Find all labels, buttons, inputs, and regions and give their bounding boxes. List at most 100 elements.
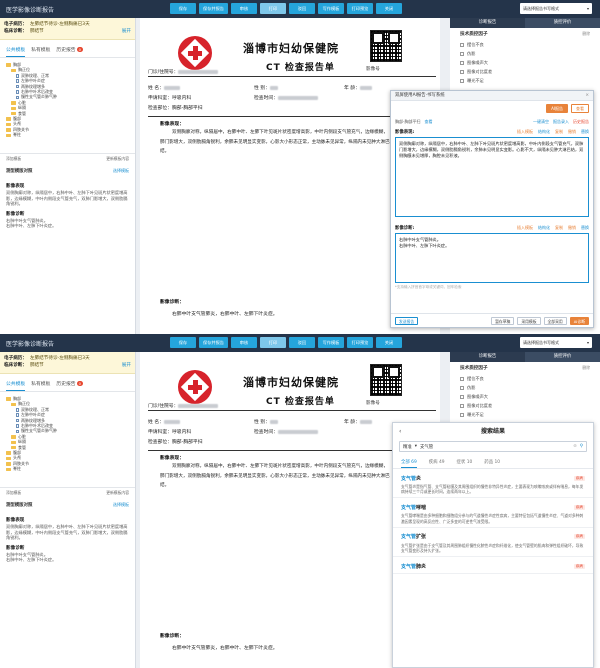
qc-item[interactable]: 摆位不良 bbox=[460, 374, 590, 383]
close-button[interactable]: 关闭 bbox=[375, 337, 402, 348]
result-item[interactable]: 支气管炎 疾病 支气管炎是指气管、支气管粘膜及其周围组织的慢性非特异性炎症，主要表… bbox=[393, 469, 593, 499]
ai-diagnosis-button[interactable]: AI诊断 bbox=[569, 316, 589, 325]
print-button[interactable]: 打印 bbox=[259, 3, 286, 14]
emr-label: 电子病历： bbox=[4, 356, 27, 361]
tab-history-reports[interactable]: 历史报告 0 bbox=[56, 46, 84, 57]
save-and-report-button[interactable]: 保存并报告 bbox=[199, 337, 228, 348]
tab-public-templates[interactable]: 公共模板 bbox=[6, 380, 26, 391]
print-preview-button[interactable]: 打印预览 bbox=[346, 337, 373, 348]
structure-button[interactable]: 结构化 bbox=[538, 225, 550, 231]
qc-item[interactable]: 图像对比度差 bbox=[460, 401, 590, 410]
use-template-button[interactable]: 采用模板 bbox=[517, 316, 541, 325]
tree-node-label: 脊柱 bbox=[13, 132, 21, 138]
search-box[interactable]: 精准 ▾ 支气管 ⊗ ⚲ bbox=[399, 441, 587, 452]
tab-quality-eval[interactable]: 质控评价 bbox=[525, 352, 600, 362]
save-draft-button[interactable]: 暂存草稿 bbox=[491, 316, 515, 325]
print-button[interactable]: 打印 bbox=[259, 337, 286, 348]
view-link[interactable]: 查看 bbox=[424, 119, 432, 125]
result-item[interactable]: 支气管肺炎 疾病 bbox=[393, 557, 593, 575]
tab-history-reports[interactable]: 历史报告 0 bbox=[56, 380, 84, 391]
folder-icon bbox=[6, 451, 11, 455]
close-icon[interactable]: × bbox=[585, 91, 589, 101]
tab-private-templates[interactable]: 私有模板 bbox=[31, 46, 50, 57]
save-button[interactable]: 保存 bbox=[170, 3, 196, 14]
tab-symptom[interactable]: 症状 10 bbox=[457, 459, 473, 468]
expand-link[interactable]: 展开 bbox=[122, 362, 131, 369]
expand-link[interactable]: 展开 bbox=[122, 28, 131, 35]
search-mode-select[interactable]: 精准 bbox=[403, 444, 412, 450]
review-button[interactable]: 审核 bbox=[230, 337, 257, 348]
template-button[interactable]: 写作模板 bbox=[317, 337, 344, 348]
reject-button[interactable]: 驳回 bbox=[288, 3, 315, 14]
reject-button[interactable]: 驳回 bbox=[288, 337, 315, 348]
tree-node-label: 纵隔 bbox=[18, 105, 26, 111]
qc-item[interactable]: 摆位不良 bbox=[460, 40, 590, 49]
search-input[interactable]: 支气管 bbox=[420, 444, 433, 450]
send-report-button[interactable]: 发送报告 bbox=[395, 316, 419, 325]
template-tabs: 公共模板 私有模板 历史报告 0 bbox=[0, 374, 135, 392]
qc-item[interactable]: 图像对比度差 bbox=[460, 67, 590, 76]
tree-node-label: 心脏 bbox=[18, 433, 26, 439]
replace-button[interactable]: 替换 bbox=[581, 129, 589, 135]
view-button[interactable]: 查看 bbox=[571, 104, 589, 113]
insert-template-button[interactable]: 插入模板 bbox=[517, 225, 533, 231]
diagnosis-body[interactable]: 右肺中叶支气管肺炎，右肺中叶、左肺下叶炎症。 bbox=[172, 310, 278, 317]
structure-button[interactable]: 结构化 bbox=[538, 129, 550, 135]
tab-drug[interactable]: 药品 10 bbox=[484, 459, 500, 468]
findings-textarea[interactable]: 双侧胸廓对称，纵隔居中，右肺中叶、左肺下叶见斑片状密度增高影，中叶内侧段支气管充… bbox=[395, 137, 589, 217]
tree-node[interactable]: 脊柱 bbox=[6, 466, 129, 471]
result-title: 支气管炎 bbox=[401, 475, 421, 482]
report-entry-button[interactable]: 报告录入 bbox=[553, 119, 569, 125]
print-preview-button[interactable]: 打印预览 bbox=[346, 3, 373, 14]
close-button[interactable]: 关闭 bbox=[375, 3, 402, 14]
qc-item[interactable]: 曝光不足 bbox=[460, 76, 590, 85]
report-mode-select[interactable]: 请选择报告书写格式 ▾ bbox=[520, 3, 592, 14]
result-item[interactable]: 支气管哮喘 疾病 支气管哮喘是由多种细胞和细胞组分参与的气道慢性炎症性疾病，主要特… bbox=[393, 498, 593, 528]
back-icon[interactable]: ‹ bbox=[399, 423, 401, 441]
findings-body[interactable]: 双侧胸廓对称，纵隔居中，右肺中叶、左肺下叶见斑片状密度增高影，中叶内侧段支气管充… bbox=[160, 462, 390, 491]
undo-button[interactable]: 撤销 bbox=[568, 129, 576, 135]
adopt-all-button[interactable]: 全部采用 bbox=[543, 316, 567, 325]
save-and-report-button[interactable]: 保存并报告 bbox=[199, 3, 228, 14]
qc-item[interactable]: 伪影 bbox=[460, 49, 590, 58]
add-template-button[interactable]: 添加模板 bbox=[6, 490, 21, 495]
qc-item[interactable]: 伪影 bbox=[460, 383, 590, 392]
update-template-button[interactable]: 更新模板内容 bbox=[106, 490, 129, 495]
qc-item[interactable]: 图像噪声大 bbox=[460, 392, 590, 401]
review-button[interactable]: 审核 bbox=[230, 3, 257, 14]
tab-diagnosis-report[interactable]: 诊断报告 bbox=[450, 352, 525, 362]
undo-button[interactable]: 撤销 bbox=[568, 225, 576, 231]
tab-diagnosis-report[interactable]: 诊断报告 bbox=[450, 18, 525, 28]
copy-button[interactable]: 复制 bbox=[555, 129, 563, 135]
select-template-link[interactable]: 选择模板 bbox=[113, 502, 129, 508]
history-report-button[interactable]: 历史报告 bbox=[573, 119, 589, 125]
save-button[interactable]: 保存 bbox=[170, 337, 196, 348]
clear-all-button[interactable]: 一键清空 bbox=[533, 119, 549, 125]
diagnosis-body[interactable]: 右肺中叶支气管肺炎，右肺中叶、左肺下叶炎症。 bbox=[172, 644, 278, 651]
tab-public-templates[interactable]: 公共模板 bbox=[6, 46, 26, 57]
add-template-button[interactable]: 添加模板 bbox=[6, 156, 21, 161]
qc-item[interactable]: 图像噪声大 bbox=[460, 58, 590, 67]
insert-template-button[interactable]: 插入模板 bbox=[517, 129, 533, 135]
document-icon bbox=[16, 429, 19, 434]
copy-button[interactable]: 复制 bbox=[555, 225, 563, 231]
qc-item[interactable]: 曝光不足 bbox=[460, 410, 590, 419]
search-icon[interactable]: ⚲ bbox=[580, 444, 583, 449]
tab-disease[interactable]: 疾病 49 bbox=[429, 459, 445, 468]
template-button[interactable]: 写作模板 bbox=[317, 3, 344, 14]
result-item[interactable]: 支气管扩张 疾病 支气管扩张是由于支气管及其周围肺组织慢性化脓性炎症和纤维化，使支… bbox=[393, 528, 593, 558]
tab-all[interactable]: 全部 69 bbox=[401, 459, 417, 468]
select-template-link[interactable]: 选择模板 bbox=[113, 168, 129, 174]
tree-node[interactable]: 脊柱 bbox=[6, 132, 129, 137]
update-template-button[interactable]: 更新模板内容 bbox=[106, 156, 129, 161]
delete-button[interactable]: 删除 bbox=[582, 31, 590, 37]
report-mode-select[interactable]: 请选择报告书写格式 ▾ bbox=[520, 337, 592, 348]
delete-button[interactable]: 删除 bbox=[582, 365, 590, 371]
replace-button[interactable]: 替换 bbox=[581, 225, 589, 231]
ai-report-button[interactable]: AI报告 bbox=[546, 104, 568, 113]
diagnosis-textarea[interactable]: 右肺中叶支气管肺炎。 右肺中叶、左肺下叶炎症。 bbox=[395, 233, 589, 283]
tab-private-templates[interactable]: 私有模板 bbox=[31, 380, 50, 391]
tab-quality-eval[interactable]: 质控评价 bbox=[525, 18, 600, 28]
clear-icon[interactable]: ⊗ bbox=[573, 444, 577, 449]
findings-body[interactable]: 双侧胸廓对称，纵隔居中，右肺中叶、左肺下叶见斑片状密度增高影，中叶内侧段支气管充… bbox=[160, 128, 390, 157]
